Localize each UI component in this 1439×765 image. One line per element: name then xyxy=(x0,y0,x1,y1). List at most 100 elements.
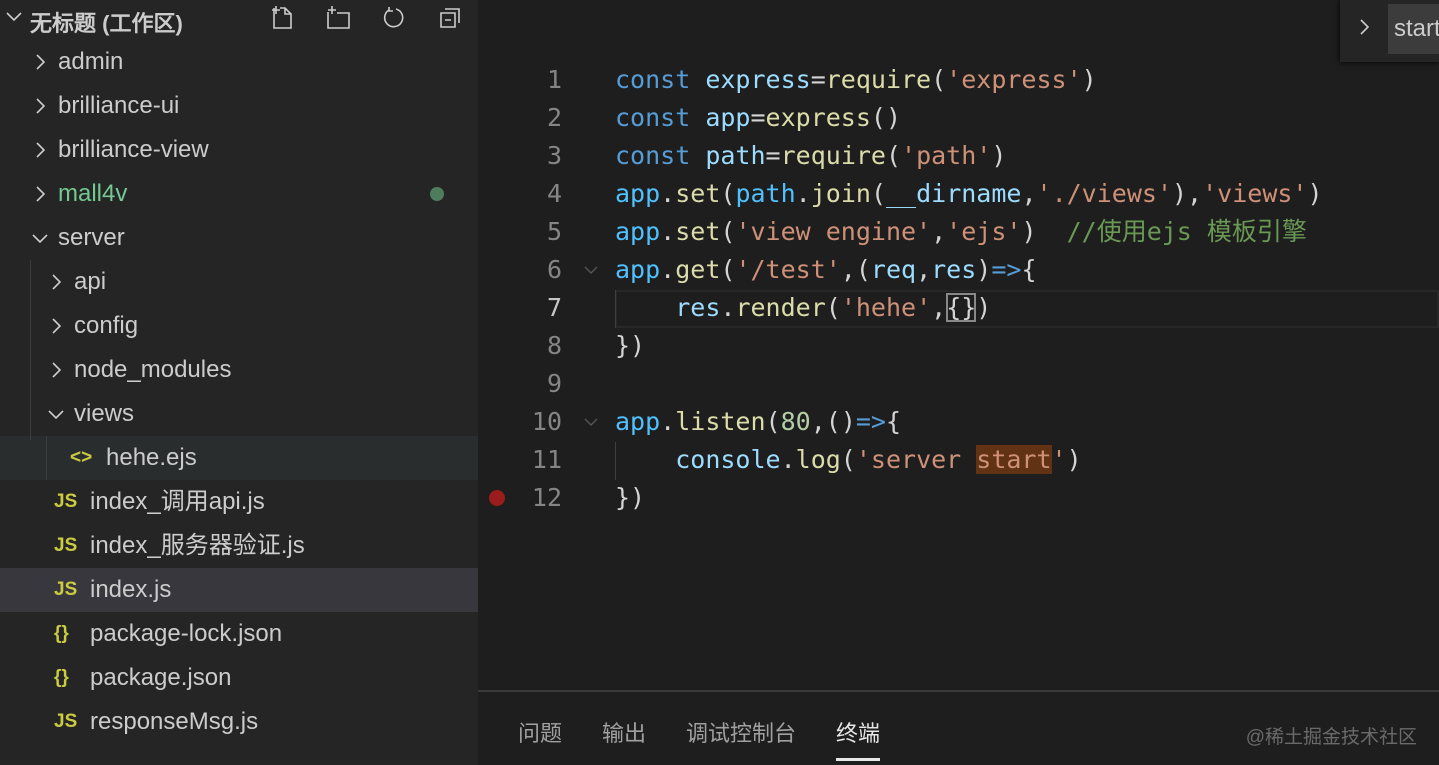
code-text: const path=require('path') xyxy=(615,137,1006,175)
chevron-right-icon xyxy=(52,274,62,290)
panel-tab[interactable]: 输出 xyxy=(602,716,646,748)
code-token: . xyxy=(660,217,676,246)
code-line[interactable]: 3 const path=require('path') xyxy=(478,137,1439,175)
tree-item[interactable]: mall4v xyxy=(0,172,478,216)
code-line[interactable]: 9 xyxy=(478,365,1439,403)
chevron-right-icon xyxy=(52,318,62,334)
code-token: () xyxy=(825,407,856,436)
new-folder-icon[interactable] xyxy=(324,4,352,32)
code-line[interactable]: 6 app.get('/test',(req,res)=>{ xyxy=(478,251,1439,289)
tree-item[interactable]: JS responseMsg.js xyxy=(0,700,478,744)
code-token: ' xyxy=(1051,445,1067,474)
code-token: app xyxy=(615,179,661,208)
code-text: app.listen(80,()=>{ xyxy=(615,403,901,441)
code-token: 'express' xyxy=(946,65,1082,94)
code-token: ( xyxy=(870,179,886,208)
code-token: . xyxy=(780,445,796,474)
tree-item[interactable]: {} package-lock.json xyxy=(0,612,478,656)
bottom-panel: 问题 输出 调试控制台 终端 @稀土掘金技术社区 xyxy=(478,690,1439,765)
code-line[interactable]: 10 app.listen(80,()=>{ xyxy=(478,403,1439,441)
tree-item[interactable]: JS index.js xyxy=(0,568,478,612)
explorer-sidebar: 无标题 (工作区) admin brilliance-ui brilliance-v… xyxy=(0,0,478,765)
code-token: ) xyxy=(1066,445,1082,474)
tree-item-label: node_modules xyxy=(74,356,232,383)
indent-guide xyxy=(46,436,47,480)
code-line[interactable]: 4 app.set(path.join(__dirname,'./views'),… xyxy=(478,175,1439,213)
js-file-icon: JS xyxy=(54,579,78,600)
code-token: , xyxy=(931,293,947,322)
code-line[interactable]: 12}) xyxy=(478,479,1439,517)
code-token: 'path' xyxy=(901,141,992,170)
tree-item[interactable]: brilliance-ui xyxy=(0,84,478,128)
code-line[interactable]: 2 const app=express() xyxy=(478,99,1439,137)
panel-tab[interactable]: 问题 xyxy=(518,716,562,748)
code-text: res.render('hehe',{}) xyxy=(615,289,991,327)
code-token: ) xyxy=(1081,65,1097,94)
panel-tab[interactable]: 终端 xyxy=(836,716,881,761)
tree-item-label: package.json xyxy=(90,664,232,691)
tree-item[interactable]: admin xyxy=(0,40,478,84)
line-number: 2 xyxy=(546,103,562,132)
code-line[interactable]: 11 console.log('server start') xyxy=(478,441,1439,479)
code-token: log xyxy=(795,445,841,474)
tree-item[interactable]: JS index_调用api.js xyxy=(0,480,478,524)
chevron-right-icon xyxy=(36,186,46,202)
find-input[interactable]: start xyxy=(1388,4,1439,54)
code-token: , xyxy=(810,407,826,436)
code-token: start xyxy=(976,445,1052,474)
chevron-right-icon xyxy=(52,362,62,378)
code-token: set xyxy=(675,179,721,208)
panel-tab[interactable]: 调试控制台 xyxy=(686,716,796,748)
new-file-icon[interactable] xyxy=(268,4,296,32)
code-text: console.log('server start') xyxy=(615,441,1082,479)
refresh-icon[interactable] xyxy=(380,4,408,32)
tree-item[interactable]: api xyxy=(0,260,478,304)
workspace-header[interactable]: 无标题 (工作区) xyxy=(0,0,478,40)
code-token: . xyxy=(660,179,676,208)
code-token: //使用ejs 模板引擎 xyxy=(1066,217,1307,246)
fold-chevron-icon[interactable] xyxy=(582,413,600,431)
tree-item-label: admin xyxy=(58,48,124,75)
tree-item[interactable]: config xyxy=(0,304,478,348)
tree-item[interactable]: server xyxy=(0,216,478,260)
code-line[interactable]: 8}) xyxy=(478,327,1439,365)
code-token: app xyxy=(615,217,661,246)
chevron-right-icon[interactable] xyxy=(1354,17,1374,37)
code-token: ) xyxy=(1021,217,1067,246)
code-token: , xyxy=(1021,179,1037,208)
tree-item[interactable]: node_modules xyxy=(0,348,478,392)
chevron-down-icon xyxy=(48,410,64,420)
code-token: ( xyxy=(885,141,902,170)
code-token: path xyxy=(735,179,796,208)
code-token: require xyxy=(825,65,932,94)
chevron-right-icon xyxy=(36,98,46,114)
code-editor[interactable]: 1 const express=require('express') 2 const … xyxy=(478,0,1439,690)
code-text: app.set('view engine','ejs') //使用ejs 模板引… xyxy=(615,213,1307,251)
tree-item-label: server xyxy=(58,224,125,251)
chevron-down-icon xyxy=(6,12,22,22)
code-token: set xyxy=(675,217,721,246)
tree-item[interactable]: brilliance-view xyxy=(0,128,478,172)
code-line[interactable]: 5 app.set('view engine','ejs') //使用ejs 模板… xyxy=(478,213,1439,251)
tree-item[interactable]: <> hehe.ejs xyxy=(0,436,478,480)
line-number: 11 xyxy=(531,445,562,474)
code-line[interactable]: 7 res.render('hehe',{}) xyxy=(478,289,1439,327)
tree-item[interactable]: {} package.json xyxy=(0,656,478,700)
code-token: ), xyxy=(1172,179,1203,208)
code-text: const express=require('express') xyxy=(615,61,1097,99)
tree-item-label: index_服务器验证.js xyxy=(90,532,305,559)
code-line[interactable]: 1 const express=require('express') xyxy=(478,61,1439,99)
indent-guide xyxy=(615,290,616,328)
code-token: = xyxy=(765,141,781,170)
tree-item[interactable]: views xyxy=(0,392,478,436)
fold-chevron-icon[interactable] xyxy=(582,261,600,279)
code-token: join xyxy=(810,179,871,208)
tree-item[interactable]: JS index_服务器验证.js xyxy=(0,524,478,568)
code-token: req xyxy=(870,255,917,284)
collapse-all-icon[interactable] xyxy=(436,4,464,32)
code-token: app xyxy=(615,255,661,284)
indent-guide xyxy=(615,442,616,480)
